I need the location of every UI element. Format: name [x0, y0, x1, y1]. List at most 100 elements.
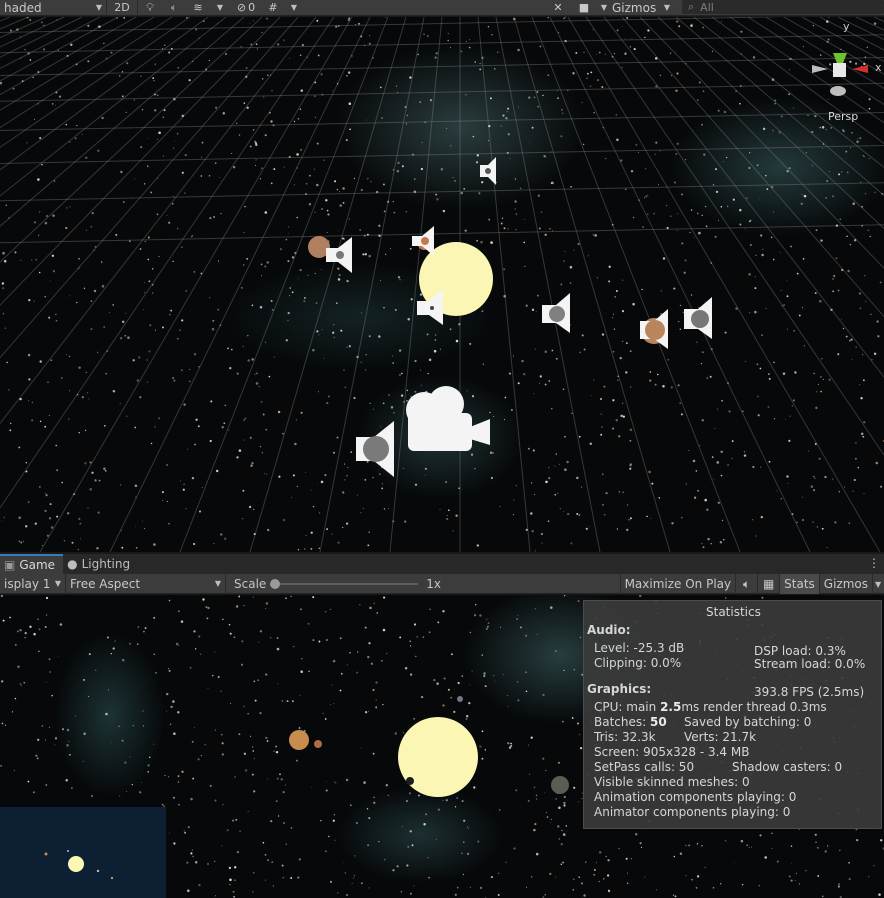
dsp-load: DSP load: 0.3% — [754, 644, 846, 658]
scale-value: 1x — [426, 576, 442, 591]
gizmo-axis-y-label: y — [843, 20, 850, 33]
audio-header: Audio: — [587, 623, 631, 637]
chevron-down-icon: ▼ — [875, 579, 882, 589]
gizmos-grid-button[interactable]: ▦ — [757, 574, 779, 594]
animation-components-readout: Animation components playing: 0 — [594, 790, 797, 804]
tab-game-label: Game — [19, 558, 56, 572]
gizmos-dropdown[interactable]: Gizmos ▼ — [608, 0, 674, 16]
game-toolbar: isplay 1 ▼ Free Aspect ▼ Scale 1x Maximi… — [0, 573, 884, 594]
graphics-header: Graphics: — [587, 682, 652, 696]
tab-game[interactable]: ▣ Game — [0, 554, 64, 574]
tools-button[interactable]: ✕ — [548, 0, 568, 16]
audio-source-icon[interactable] — [480, 157, 496, 185]
tools-icon: ✕ — [553, 1, 563, 14]
shadow-casters-readout: Shadow casters: 0 — [732, 760, 843, 774]
fps-readout: 393.8 FPS (2.5ms) — [754, 685, 865, 699]
chevron-down-icon: ▼ — [663, 3, 670, 12]
cpu-suffix: ms render thread 0.3ms — [681, 700, 827, 714]
planet — [406, 777, 414, 785]
aspect-dropdown[interactable]: Free Aspect ▼ — [66, 573, 226, 594]
tris-readout: Tris: 32.3k — [594, 730, 656, 744]
gizmos-dropdown[interactable]: ▼ — [872, 574, 884, 594]
scale-label: Scale — [234, 576, 267, 591]
gizmo-axis-x-label: x — [875, 61, 882, 74]
effects-dropdown[interactable]: ▼ — [210, 0, 230, 16]
chevron-down-icon: ▼ — [290, 3, 298, 12]
display-dropdown[interactable]: isplay 1 ▼ — [0, 573, 66, 594]
speaker-icon: 🔈︎ — [170, 0, 178, 14]
planet — [457, 696, 463, 702]
toggle-2d-button[interactable]: 2D — [107, 0, 137, 16]
lighting-toggle-button[interactable]: 💡︎ — [138, 0, 162, 16]
audio-source-icon[interactable] — [356, 421, 394, 477]
audio-level: Level: -25.3 dB — [594, 641, 685, 655]
cpu-prefix: CPU: main — [594, 700, 661, 714]
visible-skinned-readout: Visible skinned meshes: 0 — [594, 775, 750, 789]
saved-by-batching: Saved by batching: 0 — [684, 715, 812, 729]
gamepad-icon: ▣ — [4, 558, 16, 572]
effects-toggle-button[interactable]: ≋ — [186, 0, 210, 16]
audio-clipping: Clipping: 0.0% — [594, 656, 682, 670]
chevron-down-icon: ▼ — [54, 579, 61, 588]
tab-lighting[interactable]: ● Lighting — [63, 554, 138, 574]
audio-toggle-button[interactable]: 🔈︎ — [162, 0, 186, 16]
stream-load: Stream load: 0.0% — [754, 657, 866, 671]
planet — [289, 730, 309, 750]
minimap — [0, 807, 166, 898]
shading-mode-dropdown[interactable]: haded ▼ — [0, 0, 106, 16]
layers-icon: ≋ — [193, 1, 203, 14]
minimap-planet — [96, 869, 100, 873]
aspect-label: Free Aspect — [70, 576, 141, 591]
camera-gizmo-icon[interactable] — [406, 386, 490, 451]
lightbulb-icon: 💡︎ — [146, 0, 154, 14]
planet — [314, 740, 322, 748]
animator-components-readout: Animator components playing: 0 — [594, 805, 791, 819]
setpass-readout: SetPass calls: 50 — [594, 760, 695, 774]
maximize-on-play-button[interactable]: Maximize On Play — [619, 574, 736, 594]
planet — [551, 776, 569, 794]
shading-mode-label: haded — [4, 0, 42, 15]
statistics-overlay: Statistics Audio: Level: -25.3 dB Clippi… — [583, 600, 882, 829]
grid-toggle-button[interactable]: # — [262, 0, 284, 16]
grid-dropdown[interactable]: ▼ — [284, 0, 304, 16]
orientation-gizmo[interactable] — [812, 53, 868, 96]
display-label: isplay 1 — [4, 576, 51, 591]
stats-label: Stats — [784, 577, 815, 591]
projection-mode-label[interactable]: Persp — [828, 110, 858, 123]
game-panel-tabs: ▣ Game ● Lighting ⋮ — [0, 554, 884, 574]
audio-source-icon[interactable] — [684, 297, 712, 339]
scene-view[interactable]: y x Persp — [0, 17, 884, 552]
cpu-readout: CPU: main 2.5ms render thread 0.3ms — [594, 700, 827, 714]
statistics-title: Statistics — [706, 605, 761, 619]
gizmos-label: Gizmos — [823, 577, 868, 591]
tab-lighting-label: Lighting — [81, 557, 131, 571]
grid-icon: # — [268, 1, 278, 14]
hidden-count: 0 — [248, 1, 256, 14]
chevron-down-icon: ▼ — [214, 579, 221, 588]
scene-search-input[interactable]: ⌕ All — [682, 0, 884, 14]
game-toolbar-right: Maximize On Play 🔈︎ ▦ Stats Gizmos ▼ — [619, 574, 884, 594]
audio-source-icon[interactable] — [326, 237, 352, 273]
scale-control: Scale 1x — [234, 577, 441, 591]
minimap-sun — [68, 856, 84, 872]
chevron-down-icon: ▼ — [95, 3, 102, 12]
scene-visibility-button[interactable]: ⊘ 0 — [230, 0, 262, 16]
toggle-2d-label: 2D — [114, 1, 130, 14]
gizmos-label: Gizmos — [612, 0, 657, 15]
screen-readout: Screen: 905x328 - 3.4 MB — [594, 745, 750, 759]
grid-icon: ▦ — [762, 577, 775, 591]
minimap-planet — [67, 850, 69, 852]
scale-slider[interactable] — [270, 578, 419, 589]
cpu-main-value: 2.5 — [660, 700, 682, 714]
mute-audio-button[interactable]: 🔈︎ — [735, 574, 757, 594]
batches-prefix: Batches: — [594, 715, 650, 729]
panel-menu-icon[interactable]: ⋮ — [868, 556, 880, 570]
search-placeholder: All — [700, 0, 714, 14]
verts-readout: Verts: 21.7k — [684, 730, 757, 744]
search-icon: ⌕ — [688, 0, 695, 13]
camera-button[interactable]: ■ — [574, 0, 594, 16]
stats-button[interactable]: Stats — [779, 574, 819, 594]
scale-slider-thumb[interactable] — [270, 578, 281, 589]
gizmos-button[interactable]: Gizmos — [818, 574, 872, 594]
audio-source-icon[interactable] — [412, 226, 434, 256]
